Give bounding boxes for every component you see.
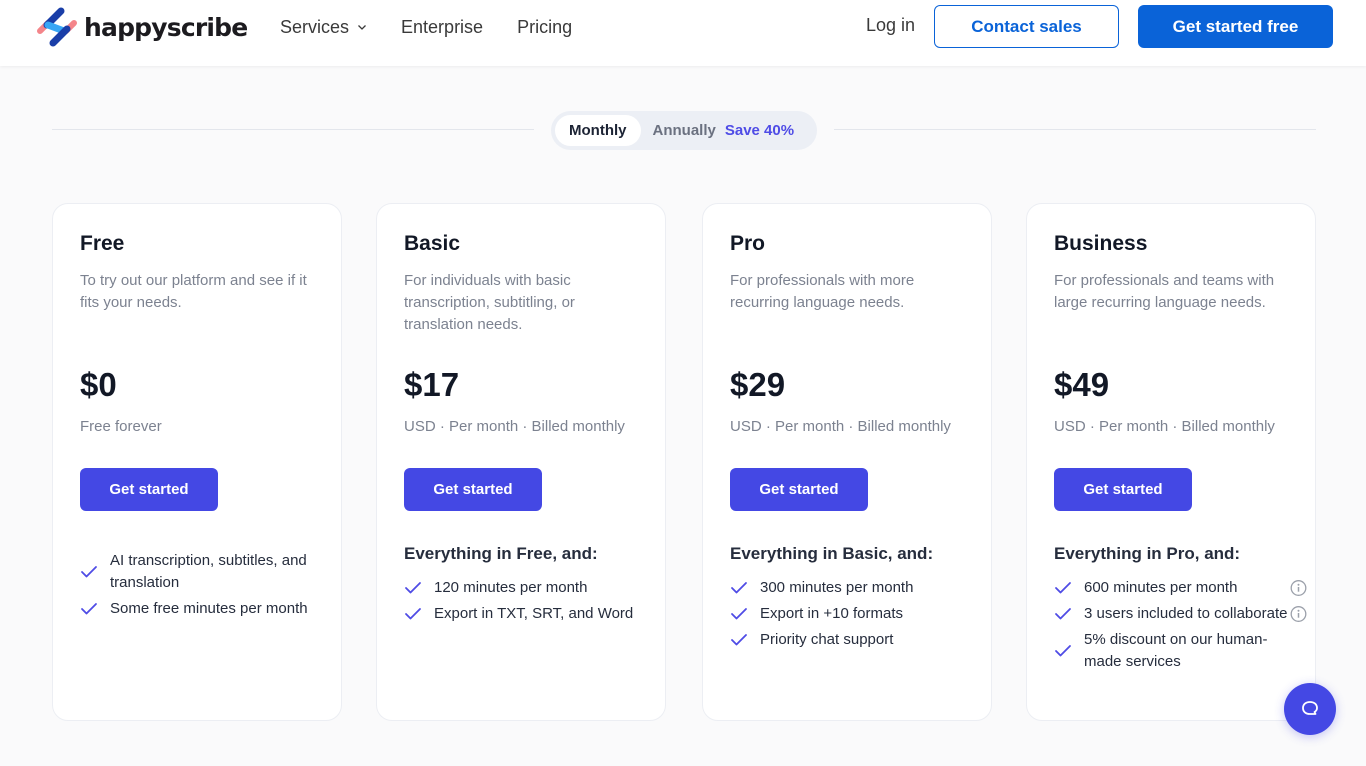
- feature-item: Priority chat support: [730, 629, 970, 651]
- plan-card-free: Free To try out our platform and see if …: [52, 203, 342, 721]
- plan-price: $0: [80, 366, 117, 403]
- get-started-free-button[interactable]: Get started free: [1138, 5, 1333, 48]
- feature-item: 120 minutes per month: [404, 577, 644, 599]
- check-icon: [81, 566, 97, 578]
- check-icon: [1055, 645, 1071, 657]
- site-header: happyscribe Services Enterprise Pricing …: [0, 0, 1366, 66]
- check-icon: [731, 582, 747, 594]
- plan-billing-info: USD · Per month · Billed monthly: [404, 418, 625, 435]
- feature-item: AI transcription, subtitles, and transla…: [80, 550, 320, 594]
- plan-description: For professionals and teams with large r…: [1054, 272, 1275, 311]
- billing-toggle: Monthly Annually Save 40%: [551, 111, 817, 150]
- feature-text: 3 users included to collaborate: [1084, 605, 1288, 622]
- feature-text: Export in TXT, SRT, and Word: [434, 605, 634, 622]
- plan-name: Business: [1054, 232, 1148, 255]
- brand-logo[interactable]: happyscribe: [34, 5, 248, 49]
- plan-card-business: Business For professionals and teams wit…: [1026, 203, 1316, 721]
- feature-text: 5% discount on our human-made services: [1084, 631, 1268, 670]
- feature-text: Some free minutes per month: [110, 600, 308, 617]
- nav-services-label: Services: [280, 16, 350, 37]
- feature-text: 300 minutes per month: [760, 579, 914, 596]
- nav-pricing[interactable]: Pricing: [517, 17, 572, 38]
- features-title: Everything in Free, and:: [404, 544, 598, 563]
- billing-monthly-option[interactable]: Monthly: [555, 115, 641, 146]
- plan-name: Free: [80, 232, 125, 255]
- feature-item: Export in +10 formats: [730, 603, 970, 625]
- feature-list: 300 minutes per month Export in +10 forma…: [730, 577, 970, 655]
- save-badge: Save 40%: [724, 122, 795, 139]
- plan-description: For individuals with basic transcription…: [404, 272, 575, 333]
- contact-sales-button[interactable]: Contact sales: [934, 5, 1119, 48]
- billing-annually-option[interactable]: Annually: [653, 122, 716, 139]
- chevron-down-icon: [358, 25, 366, 30]
- plan-card-pro: Pro For professionals with more recurrin…: [702, 203, 992, 721]
- info-circle-icon[interactable]: [1290, 580, 1307, 597]
- plan-description: To try out our platform and see if it fi…: [80, 272, 307, 311]
- plan-price: $17: [404, 366, 460, 403]
- feature-text: Priority chat support: [760, 631, 894, 648]
- happyscribe-logo-icon: [37, 7, 77, 47]
- login-link[interactable]: Log in: [866, 15, 915, 36]
- plan-description: For professionals with more recurring la…: [730, 272, 915, 311]
- plan-name: Basic: [404, 232, 461, 255]
- chat-bubble-icon: [1302, 701, 1318, 715]
- feature-item: 5% discount on our human-made services: [1054, 629, 1294, 673]
- feature-text: 600 minutes per month: [1084, 579, 1238, 596]
- check-icon: [1055, 608, 1071, 620]
- plan-price: $29: [730, 366, 786, 403]
- features-title: Everything in Basic, and:: [730, 544, 934, 563]
- check-icon: [1055, 582, 1071, 594]
- divider-left: [52, 129, 534, 130]
- feature-text: Export in +10 formats: [760, 605, 903, 622]
- get-started-button-business[interactable]: Get started: [1054, 468, 1192, 511]
- get-started-button-basic[interactable]: Get started: [404, 468, 542, 511]
- nav-enterprise[interactable]: Enterprise: [401, 17, 483, 38]
- plan-billing-info: USD · Per month · Billed monthly: [730, 418, 951, 435]
- feature-text: 120 minutes per month: [434, 579, 588, 596]
- main-nav: Services Enterprise Pricing: [280, 0, 572, 54]
- nav-services[interactable]: Services: [280, 17, 367, 38]
- get-started-button-free[interactable]: Get started: [80, 468, 218, 511]
- chat-button[interactable]: [1284, 683, 1336, 735]
- feature-text: AI transcription, subtitles, and transla…: [110, 552, 307, 591]
- plan-name: Pro: [730, 232, 766, 255]
- check-icon: [81, 603, 97, 615]
- check-icon: [731, 608, 747, 620]
- check-icon: [405, 608, 421, 620]
- brand-name: happyscribe: [84, 12, 248, 42]
- feature-item: Export in TXT, SRT, and Word: [404, 603, 644, 625]
- divider-right: [834, 129, 1316, 130]
- feature-item: 600 minutes per month: [1054, 577, 1307, 599]
- plan-price: $49: [1054, 366, 1110, 403]
- info-circle-icon[interactable]: [1290, 606, 1307, 623]
- feature-item: Some free minutes per month: [80, 598, 320, 620]
- features-title: Everything in Pro, and:: [1054, 544, 1241, 563]
- plan-billing-info: USD · Per month · Billed monthly: [1054, 418, 1275, 435]
- feature-list: 120 minutes per month Export in TXT, SRT,…: [404, 577, 644, 629]
- plan-card-basic: Basic For individuals with basic transcr…: [376, 203, 666, 721]
- feature-item: 300 minutes per month: [730, 577, 970, 599]
- check-icon: [731, 634, 747, 646]
- plan-billing-info: Free forever: [80, 418, 162, 435]
- feature-list: 600 minutes per month 3 users included to…: [1054, 577, 1307, 677]
- check-icon: [405, 582, 421, 594]
- feature-item: 3 users included to collaborate: [1054, 603, 1307, 625]
- get-started-button-pro[interactable]: Get started: [730, 468, 868, 511]
- feature-list: AI transcription, subtitles, and transla…: [80, 550, 320, 624]
